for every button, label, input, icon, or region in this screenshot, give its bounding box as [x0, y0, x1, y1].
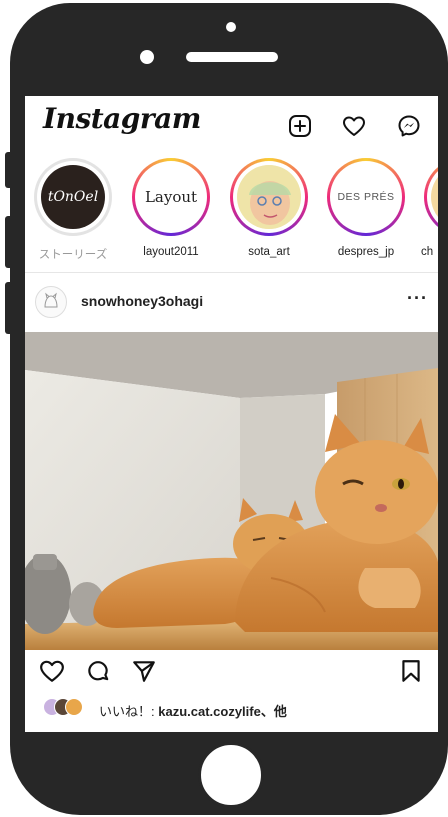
post-avatar[interactable] [35, 286, 67, 318]
heart-icon[interactable] [342, 114, 366, 138]
story-ring [424, 158, 438, 236]
phone-mockup: Instagram tOnOel ストーリーズ Layout layout201… [0, 0, 448, 817]
post-header: snowhoney3ohagi ··· [25, 276, 438, 328]
painted-face-icon [237, 165, 301, 229]
cats-on-shelf-image [25, 332, 438, 650]
story-label: sota_art [248, 246, 290, 258]
story-avatar-ch [431, 165, 438, 229]
story-avatar-own: tOnOel [41, 165, 105, 229]
story-ring: Layout [132, 158, 210, 236]
proximity-sensor [226, 22, 236, 32]
story-sota-art[interactable]: sota_art [224, 158, 314, 270]
cat-sketch-icon [44, 292, 58, 308]
stories-divider [25, 272, 438, 273]
story-ch[interactable]: ch [418, 158, 438, 270]
story-despres-jp[interactable]: DES PRÉS despres_jp [321, 158, 411, 270]
liker-avatar [65, 698, 83, 716]
story-avatar-text: Layout [144, 188, 198, 206]
plus-square-icon[interactable] [288, 114, 312, 138]
earpiece-speaker [186, 52, 278, 62]
story-own[interactable]: tOnOel ストーリーズ [28, 158, 118, 270]
more-options-icon[interactable]: ··· [407, 288, 428, 309]
share-icon[interactable] [131, 658, 157, 684]
app-screen: Instagram tOnOel ストーリーズ Layout layout201… [25, 96, 438, 732]
post-username[interactable]: snowhoney3ohagi [81, 293, 203, 309]
top-bar: Instagram [25, 96, 438, 156]
story-avatar-sota [237, 165, 301, 229]
likes-others[interactable]: 、他 [261, 704, 287, 719]
story-ring: DES PRÉS [327, 158, 405, 236]
likes-text: いいね！: kazu.cat.cozylife、他 [99, 701, 287, 720]
story-label: despres_jp [337, 246, 395, 258]
story-avatar-text: DES PRÉS [337, 191, 395, 203]
instagram-logo: Instagram [43, 102, 201, 135]
post-actions [25, 652, 438, 692]
bookmark-icon[interactable] [398, 658, 424, 684]
story-layout2011[interactable]: Layout layout2011 [126, 158, 216, 270]
story-avatar-despres: DES PRÉS [334, 165, 398, 229]
like-heart-icon[interactable] [39, 658, 65, 684]
home-button[interactable] [198, 742, 264, 808]
story-label: ストーリーズ [38, 249, 108, 261]
post-photo[interactable] [25, 332, 438, 650]
likes-summary: いいね！: kazu.cat.cozylife、他 [25, 694, 438, 724]
story-ring: tOnOel [34, 158, 112, 236]
story-ring [230, 158, 308, 236]
liked-by-avatars[interactable] [43, 698, 95, 718]
liked-by-username[interactable]: kazu.cat.cozylife [158, 704, 261, 719]
story-label: ch [421, 246, 434, 258]
front-camera [140, 50, 154, 64]
stories-tray: tOnOel ストーリーズ Layout layout2011 sota_art… [25, 158, 438, 270]
story-avatar-layout: Layout [139, 165, 203, 229]
story-avatar-text: tOnOel [47, 189, 99, 205]
likes-prefix: いいね！: [99, 704, 159, 719]
comment-icon[interactable] [85, 658, 111, 684]
messenger-icon[interactable] [397, 114, 421, 138]
story-label: layout2011 [143, 246, 199, 258]
